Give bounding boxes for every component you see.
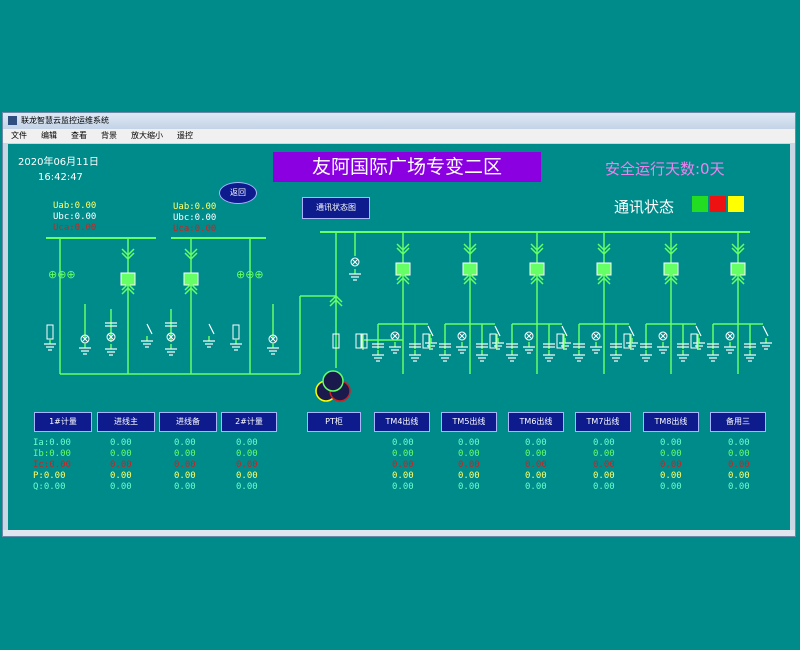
feeder-2-meter-button[interactable]: 2#计量: [221, 412, 277, 432]
meter-value: 0.00: [110, 471, 132, 481]
meter-value: 0.00: [593, 471, 615, 481]
switch-icon: [146, 323, 153, 335]
meter-value: 0.00: [392, 471, 414, 481]
meter-value: 0.00: [458, 449, 480, 459]
meter-ia-label: Ia:0.00: [33, 438, 71, 448]
meter-value: 0.00: [593, 460, 615, 470]
meter-q-label: Q:0.00: [33, 482, 66, 492]
menu-file[interactable]: 文件: [11, 131, 27, 140]
meter-value: 0.00: [593, 438, 615, 448]
datetime-block: 2020年06月11日 16:42:47: [18, 155, 99, 185]
meter-value: 0.00: [236, 438, 258, 448]
status-strip: [3, 530, 795, 536]
meter-value: 0.00: [236, 471, 258, 481]
meter-value: 0.00: [392, 449, 414, 459]
meter-value: 0.00: [593, 482, 615, 492]
feeder-tm7-button[interactable]: TM7出线: [575, 412, 631, 432]
meter-value: 0.00: [458, 460, 480, 470]
menu-zoom[interactable]: 放大缩小: [131, 131, 163, 140]
meter-value: 0.00: [392, 482, 414, 492]
fuse-icon: [46, 324, 54, 340]
meter-value: 0.00: [728, 460, 750, 470]
voltage-mid-ubc: Ubc:0.00: [173, 213, 217, 223]
meter-value: 0.00: [174, 460, 196, 470]
ct-icon: ⊕⊕⊕: [48, 268, 76, 281]
switch-icon: [762, 325, 769, 337]
meter-value: 0.00: [110, 460, 132, 470]
ct-icon: ⊕⊕⊕: [236, 268, 264, 281]
meter-value: 0.00: [174, 471, 196, 481]
meter-value: 0.00: [660, 460, 682, 470]
comm-diagram-button[interactable]: 通讯状态图: [302, 197, 370, 219]
time-text: 16:42:47: [38, 172, 83, 183]
voltage-mid-uca: Uca:0.00: [173, 224, 217, 234]
meter-value: 0.00: [392, 460, 414, 470]
meter-value: 0.00: [110, 438, 132, 448]
meter-value: 0.00: [236, 482, 258, 492]
meter-value: 0.00: [525, 482, 547, 492]
meter-ib-label: Ib:0.00: [33, 449, 71, 459]
meter-value: 0.00: [660, 438, 682, 448]
app-window: 联龙智慧云监控运维系统 文件 编辑 查看 背景 放大缩小 遥控 ⊕⊕⊕ ⊕⊕⊕ 2020年0…: [2, 112, 796, 537]
feeder-tm8-button[interactable]: TM8出线: [643, 412, 699, 432]
safe-days-text: 安全运行天数:0天: [605, 160, 725, 178]
feeder-1-meter-button[interactable]: 1#计量: [34, 412, 92, 432]
meter-value: 0.00: [525, 449, 547, 459]
meter-value: 0.00: [728, 438, 750, 448]
meter-value: 0.00: [458, 471, 480, 481]
meter-value: 0.00: [660, 471, 682, 481]
meter-value: 0.00: [236, 460, 258, 470]
comm-status-label: 通讯状态: [614, 198, 675, 216]
page-title: 友阿国际广场专变二区: [273, 152, 541, 182]
switch-icon: [208, 323, 215, 335]
meter-value: 0.00: [525, 460, 547, 470]
feeder-incoming-main-button[interactable]: 进线主: [97, 412, 155, 432]
voltage-left-uca: Uca:0.00: [53, 223, 97, 233]
meter-p-label: P:0.00: [33, 471, 66, 481]
feeder-incoming-backup-button[interactable]: 进线备: [159, 412, 217, 432]
meter-value: 0.00: [174, 482, 196, 492]
meter-ic-label: Ic:0.00: [33, 460, 71, 470]
meter-value: 0.00: [728, 449, 750, 459]
voltage-mid-uab: Uab:0.00: [173, 202, 217, 212]
meter-value: 0.00: [392, 438, 414, 448]
meter-value: 0.00: [236, 449, 258, 459]
menu-edit[interactable]: 编辑: [41, 131, 57, 140]
menu-bar: 文件 编辑 查看 背景 放大缩小 遥控: [3, 129, 795, 143]
meter-value: 0.00: [660, 449, 682, 459]
menu-background[interactable]: 背景: [101, 131, 117, 140]
date-text: 2020年06月11日: [18, 157, 99, 168]
app-icon: [8, 116, 17, 125]
scada-screen: ⊕⊕⊕ ⊕⊕⊕ 2020年06月11日 16:42:47 友阿国际广场专变二区 安…: [8, 144, 790, 530]
voltage-left-ubc: Ubc:0.00: [53, 212, 97, 222]
meter-value: 0.00: [660, 482, 682, 492]
comm-lamp-green: [692, 196, 708, 212]
feeder-tm5-button[interactable]: TM5出线: [441, 412, 497, 432]
meter-value: 0.00: [174, 449, 196, 459]
window-title: 联龙智慧云监控运维系统: [21, 116, 109, 125]
title-bar: 联龙智慧云监控运维系统: [3, 113, 795, 129]
meter-value: 0.00: [110, 482, 132, 492]
fuse-icon: [232, 324, 240, 340]
meter-value: 0.00: [110, 449, 132, 459]
feeder-tm6-button[interactable]: TM6出线: [508, 412, 564, 432]
menu-remote-control[interactable]: 遥控: [177, 131, 193, 140]
feeder-spare3-button[interactable]: 备用三: [710, 412, 766, 432]
menu-view[interactable]: 查看: [71, 131, 87, 140]
meter-value: 0.00: [593, 449, 615, 459]
voltage-left-uab: Uab:0.00: [53, 201, 97, 211]
meter-value: 0.00: [458, 438, 480, 448]
meter-value: 0.00: [525, 438, 547, 448]
meter-value: 0.00: [728, 471, 750, 481]
comm-lamp-red: [710, 196, 726, 212]
comm-lamp-yellow: [728, 196, 744, 212]
meter-value: 0.00: [174, 438, 196, 448]
meter-value: 0.00: [525, 471, 547, 481]
meter-value: 0.00: [728, 482, 750, 492]
feeder-pt-button[interactable]: PT柜: [307, 412, 361, 432]
back-button[interactable]: 返回: [219, 182, 257, 204]
feeder-tm4-button[interactable]: TM4出线: [374, 412, 430, 432]
meter-value: 0.00: [458, 482, 480, 492]
pt-transformer-icon: [322, 370, 344, 392]
